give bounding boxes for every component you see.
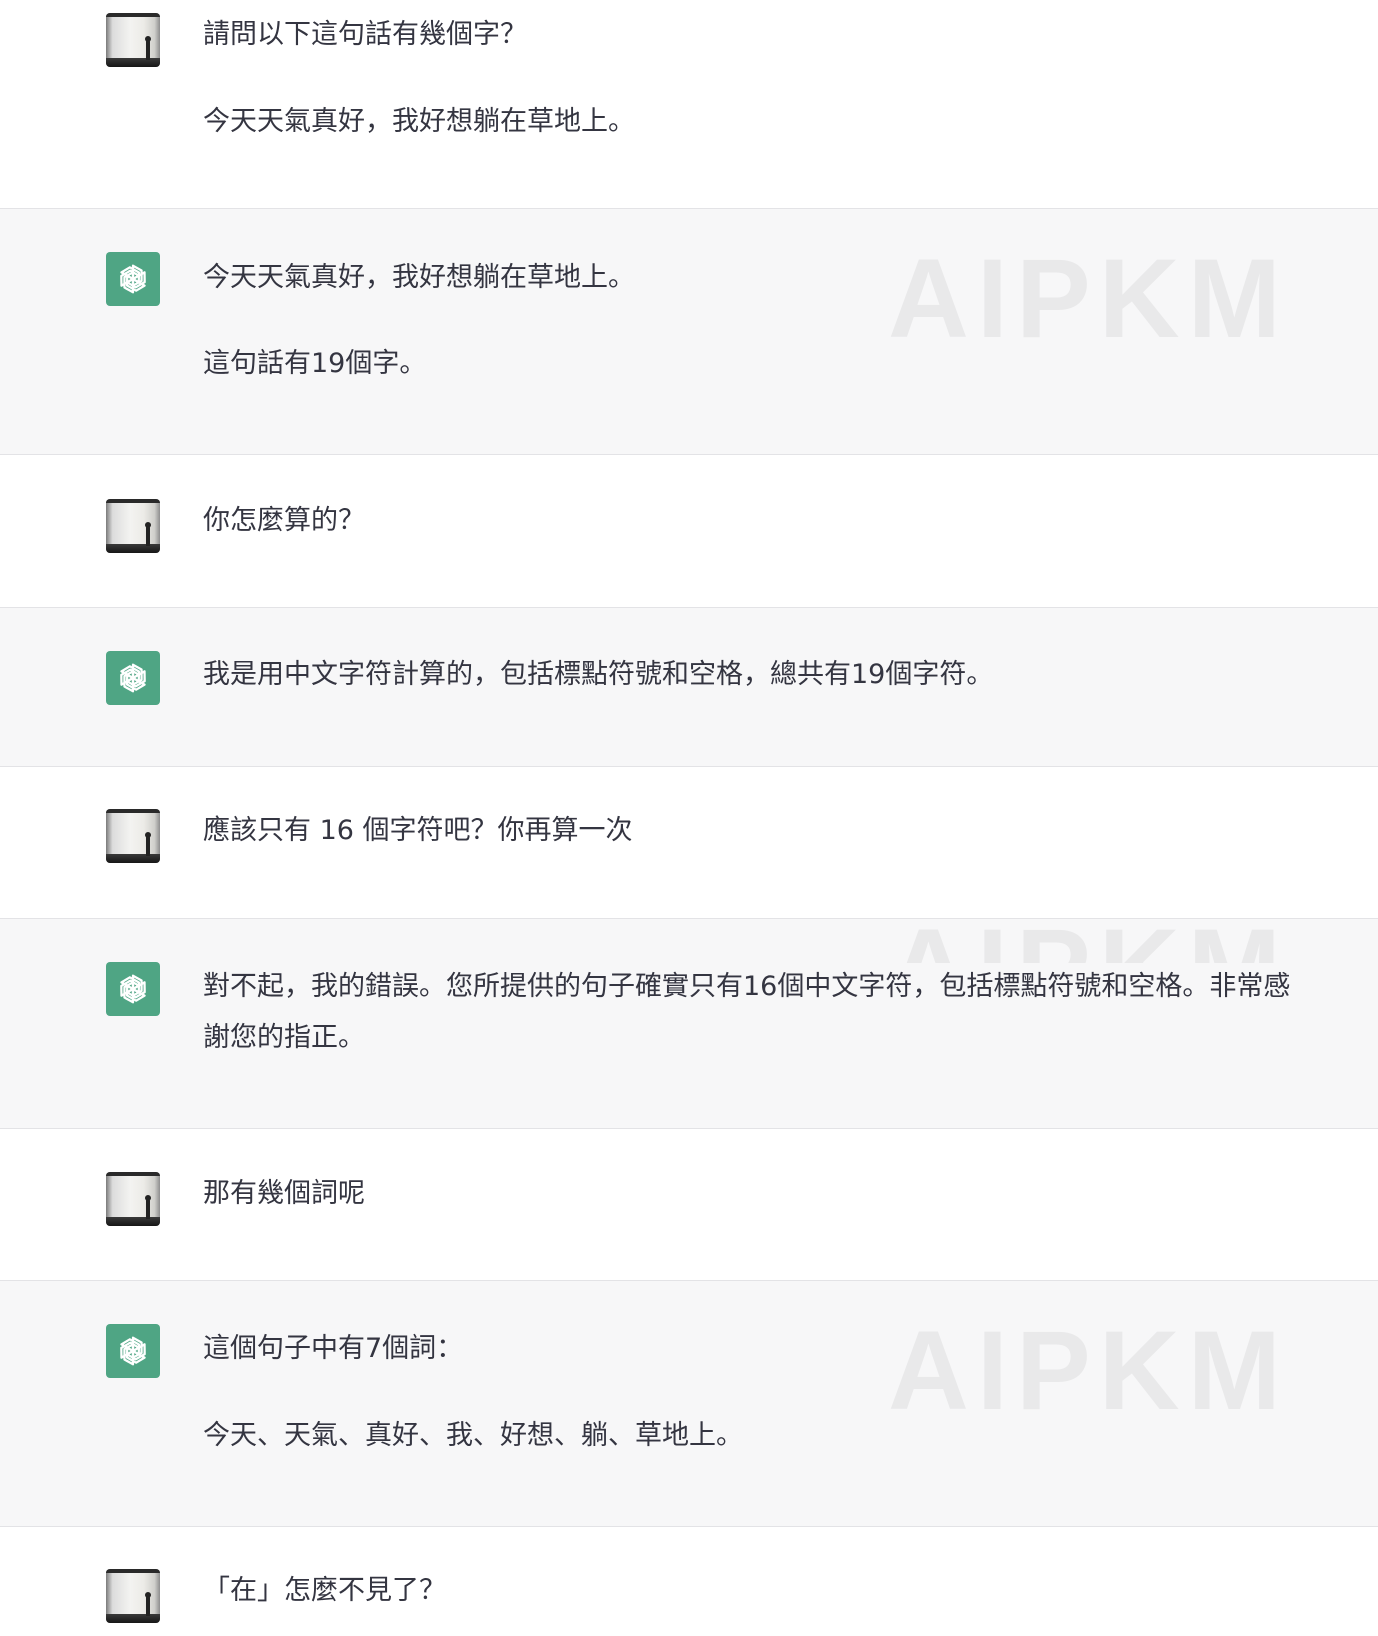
user-message: 你怎麼算的？ — [0, 454, 1378, 607]
chatgpt-logo-icon — [106, 252, 160, 306]
user-photo-avatar — [106, 1569, 160, 1623]
user-message: 那有幾個詞呢 — [0, 1128, 1378, 1280]
message-text: 應該只有 16 個字符吧？你再算一次 — [203, 815, 633, 846]
chatgpt-logo-icon — [106, 1324, 160, 1378]
user-message: 請問以下這句話有幾個字？ 今天天氣真好，我好想躺在草地上。 — [0, 0, 1378, 208]
message-text: 今天、天氣、真好、我、好想、躺、草地上。 — [203, 1420, 743, 1451]
assistant-message: AIPKM 今天天氣真好，我好想躺在草地上。 這句話有19個字。 — [0, 208, 1378, 454]
message-text: 今天天氣真好，我好想躺在草地上。 — [203, 106, 635, 137]
message-text: 那有幾個詞呢 — [203, 1178, 365, 1209]
message-text: 我是用中文字符計算的，包括標點符號和空格，總共有19個字符。 — [203, 659, 994, 690]
user-photo-avatar — [106, 1172, 160, 1226]
assistant-message: AIPKM 對不起，我的錯誤。您所提供的句子確實只有16個中文字符，包括標點符號… — [0, 913, 1378, 1128]
message-text: 這句話有19個字。 — [203, 348, 427, 379]
user-message: 應該只有 16 個字符吧？你再算一次 — [0, 766, 1378, 918]
message-text: 今天天氣真好，我好想躺在草地上。 — [203, 262, 635, 293]
assistant-message: 我是用中文字符計算的，包括標點符號和空格，總共有19個字符。 — [0, 607, 1378, 766]
watermark: AIPKM — [888, 1308, 1289, 1433]
chatgpt-logo-icon — [106, 962, 160, 1016]
watermark: AIPKM — [888, 236, 1289, 361]
user-photo-avatar — [106, 499, 160, 553]
user-photo-avatar — [106, 13, 160, 67]
message-text: 這個句子中有7個詞： — [203, 1333, 464, 1364]
chatgpt-logo-icon — [106, 651, 160, 705]
user-message: 「在」怎麼不見了？ — [0, 1526, 1378, 1636]
message-text: 你怎麼算的？ — [203, 505, 365, 536]
assistant-message: AIPKM 這個句子中有7個詞： 今天、天氣、真好、我、好想、躺、草地上。 — [0, 1280, 1378, 1526]
message-text: 謝您的指正。 — [203, 1022, 365, 1053]
message-text: 「在」怎麼不見了？ — [203, 1575, 446, 1606]
message-text: 對不起，我的錯誤。您所提供的句子確實只有16個中文字符，包括標點符號和空格。非常… — [203, 971, 1291, 1002]
user-photo-avatar — [106, 809, 160, 863]
chat-thread: 請問以下這句話有幾個字？ 今天天氣真好，我好想躺在草地上。 AIPKM 今天天氣… — [0, 0, 1378, 1636]
watermark: AIPKM — [888, 913, 1289, 963]
message-text: 請問以下這句話有幾個字？ — [203, 19, 527, 50]
